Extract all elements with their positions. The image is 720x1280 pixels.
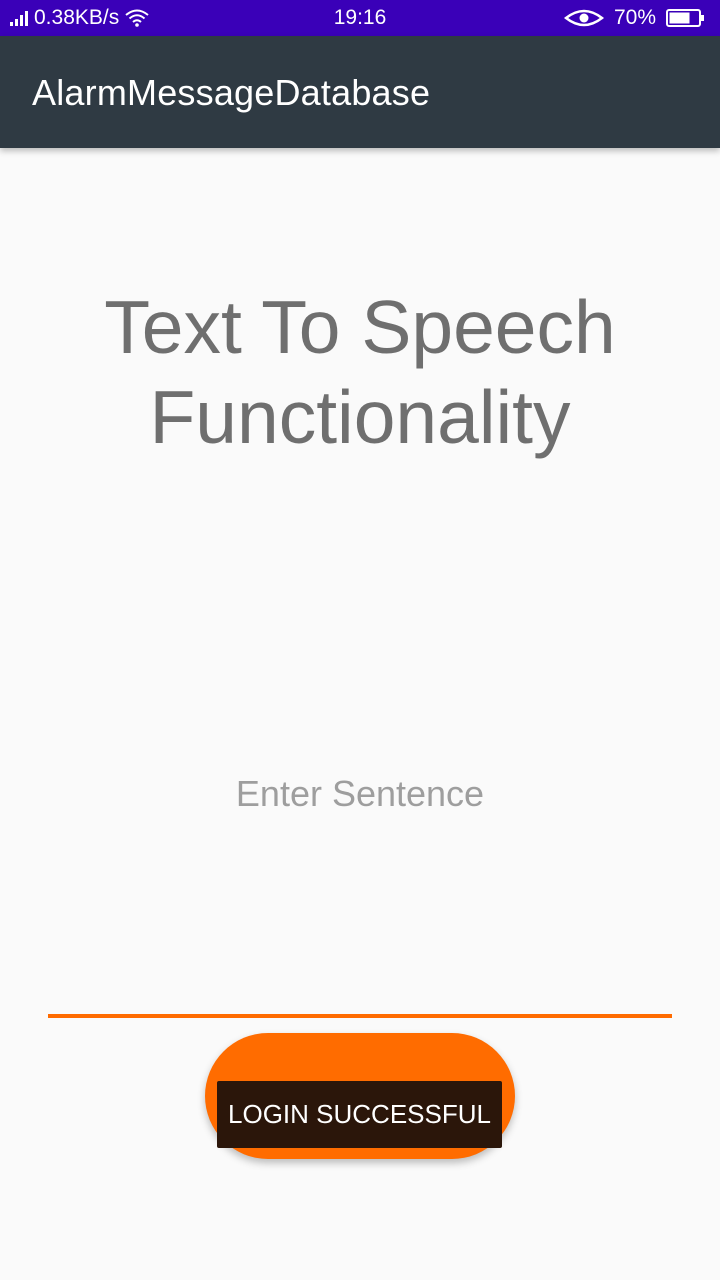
app-title: AlarmMessageDatabase [32, 72, 431, 113]
battery-icon [666, 9, 704, 27]
status-bar-right: 70% [563, 6, 706, 30]
page-headline: Text To Speech Functionality [104, 285, 616, 459]
toast-message: LOGIN SUCCESSFUL [217, 1081, 502, 1148]
battery-percent: 70% [613, 6, 656, 29]
app-bar: AlarmMessageDatabase [0, 36, 720, 148]
eye-icon [563, 9, 604, 27]
status-bar: 0.38KB/s 19:16 70% [0, 0, 720, 36]
sentence-input[interactable] [48, 760, 672, 1018]
